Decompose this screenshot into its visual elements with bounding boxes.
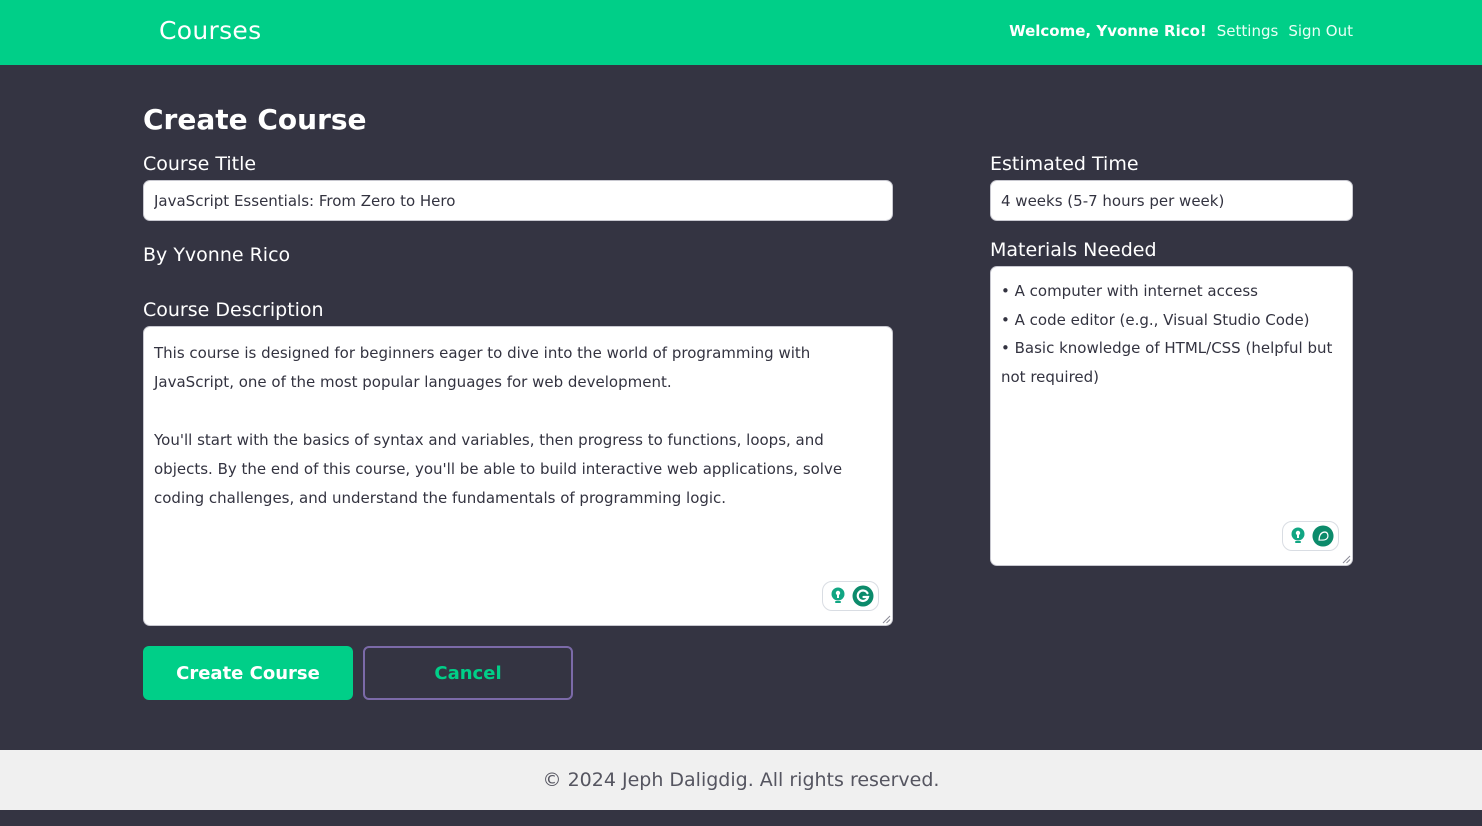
estimated-time-label: Estimated Time [990, 153, 1139, 175]
brand-link[interactable]: Courses [159, 16, 261, 45]
estimated-time-input[interactable] [990, 180, 1353, 221]
create-course-button[interactable]: Create Course [143, 646, 353, 700]
lightbulb-icon[interactable] [827, 585, 849, 607]
grammarly-icon[interactable] [852, 585, 874, 607]
footer-copyright: © 2024 Jeph Daligdig. All rights reserve… [542, 769, 940, 791]
resize-handle-icon[interactable] [881, 614, 891, 624]
top-nav-bar: Courses Welcome, Yvonne Rico! Settings S… [0, 0, 1482, 65]
lightbulb-icon[interactable] [1287, 525, 1309, 547]
cancel-button[interactable]: Cancel [363, 646, 573, 700]
grammarly-widget-materials[interactable] [1282, 521, 1339, 551]
sign-out-link[interactable]: Sign Out [1288, 22, 1353, 40]
grammarly-widget-description[interactable] [822, 581, 879, 611]
welcome-message: Welcome, Yvonne Rico! [1009, 22, 1207, 40]
user-nav: Welcome, Yvonne Rico! Settings Sign Out [1009, 22, 1353, 40]
chat-bubble-icon[interactable] [1312, 525, 1334, 547]
settings-link[interactable]: Settings [1217, 22, 1279, 40]
course-description-label: Course Description [143, 299, 324, 321]
page-title: Create Course [143, 103, 367, 136]
page-footer: © 2024 Jeph Daligdig. All rights reserve… [0, 750, 1482, 810]
resize-handle-icon[interactable] [1341, 554, 1351, 564]
course-title-input[interactable] [143, 180, 893, 221]
course-author: By Yvonne Rico [143, 244, 291, 266]
course-title-label: Course Title [143, 153, 257, 175]
materials-needed-label: Materials Needed [990, 239, 1157, 261]
course-description-textarea[interactable]: This course is designed for beginners ea… [143, 326, 893, 626]
